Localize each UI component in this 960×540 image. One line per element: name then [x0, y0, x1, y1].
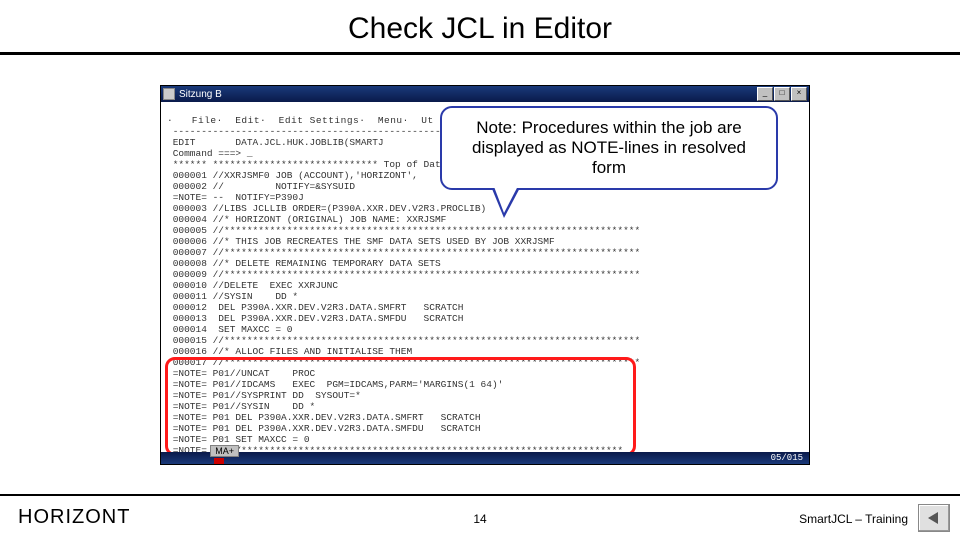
edit-header: EDIT DATA.JCL.HUK.JOBLIB(SMARTJ	[167, 137, 384, 148]
command-input[interactable]: Command ===> _	[167, 148, 253, 159]
slide-title: Check JCL in Editor	[0, 12, 960, 46]
triangle-left-icon	[926, 511, 942, 525]
minimize-button[interactable]: _	[757, 87, 773, 101]
status-bar: MA+ 05/015	[161, 452, 809, 464]
footer-divider	[0, 494, 960, 496]
code-line: 000016 //* ALLOC FILES AND INITIALISE TH…	[167, 346, 412, 357]
maximize-button[interactable]: □	[774, 87, 790, 101]
status-indicator	[214, 458, 224, 464]
code-line: 000007 //*******************************…	[167, 247, 640, 258]
note-line: =NOTE= P01 DEL P390A.XXR.DEV.V2R3.DATA.S…	[167, 423, 481, 434]
code-line: 000006 //* THIS JOB RECREATES THE SMF DA…	[167, 236, 555, 247]
code-line: 000014 SET MAXCC = 0	[167, 324, 292, 335]
code-line: 000012 DEL P390A.XXR.DEV.V2R3.DATA.SMFRT…	[167, 302, 463, 313]
code-line: 000005 //*******************************…	[167, 225, 640, 236]
slide-footer: HORIZONT 14 SmartJCL – Training	[0, 500, 960, 536]
window-titlebar: Sitzung B _ □ ×	[161, 86, 809, 102]
code-line: 000008 //* DELETE REMAINING TEMPORARY DA…	[167, 258, 441, 269]
cursor-position: 05/015	[771, 453, 803, 464]
code-line: 000010 //DELETE EXEC XXRJUNC	[167, 280, 338, 291]
code-line: 000013 DEL P390A.XXR.DEV.V2R3.DATA.SMFDU…	[167, 313, 463, 324]
app-icon	[163, 88, 175, 100]
title-underline	[0, 52, 960, 55]
note-line: =NOTE= P01//SYSIN DD *	[167, 401, 315, 412]
code-line: 000015 //*******************************…	[167, 335, 640, 346]
code-line: 000017 //*******************************…	[167, 357, 640, 368]
ispf-menubar[interactable]: · File· Edit· Edit Settings· Menu· Ut	[167, 115, 434, 126]
note-line: =NOTE= P01//IDCAMS EXEC PGM=IDCAMS,PARM=…	[167, 379, 503, 390]
code-line: =NOTE= -- NOTIFY=P390J	[167, 192, 304, 203]
code-line: 000004 //* HORIZONT (ORIGINAL) JOB NAME:…	[167, 214, 446, 225]
callout-text: Note: Procedures within the job are disp…	[454, 118, 764, 178]
callout-note: Note: Procedures within the job are disp…	[440, 106, 778, 190]
note-line: =NOTE= P01//SYSPRINT DD SYSOUT=*	[167, 390, 361, 401]
status-left: MA+	[210, 445, 239, 457]
code-line: 000011 //SYSIN DD *	[167, 291, 298, 302]
callout-tail-fill	[493, 184, 519, 213]
code-line: 000002 // NOTIFY=&SYSUID	[167, 181, 355, 192]
window-title: Sitzung B	[179, 89, 222, 100]
note-line: =NOTE= P01 DEL P390A.XXR.DEV.V2R3.DATA.S…	[167, 412, 481, 423]
code-line: 000001 //XXRJSMF0 JOB (ACCOUNT),'HORIZON…	[167, 170, 418, 181]
product-name: SmartJCL – Training	[799, 512, 908, 526]
note-line: =NOTE= P01//UNCAT PROC	[167, 368, 315, 379]
prev-slide-button[interactable]	[918, 504, 950, 532]
code-line: 000009 //*******************************…	[167, 269, 640, 280]
code-line: 000003 //LIBS JCLLIB ORDER=(P390A.XXR.DE…	[167, 203, 486, 214]
close-button[interactable]: ×	[791, 87, 807, 101]
